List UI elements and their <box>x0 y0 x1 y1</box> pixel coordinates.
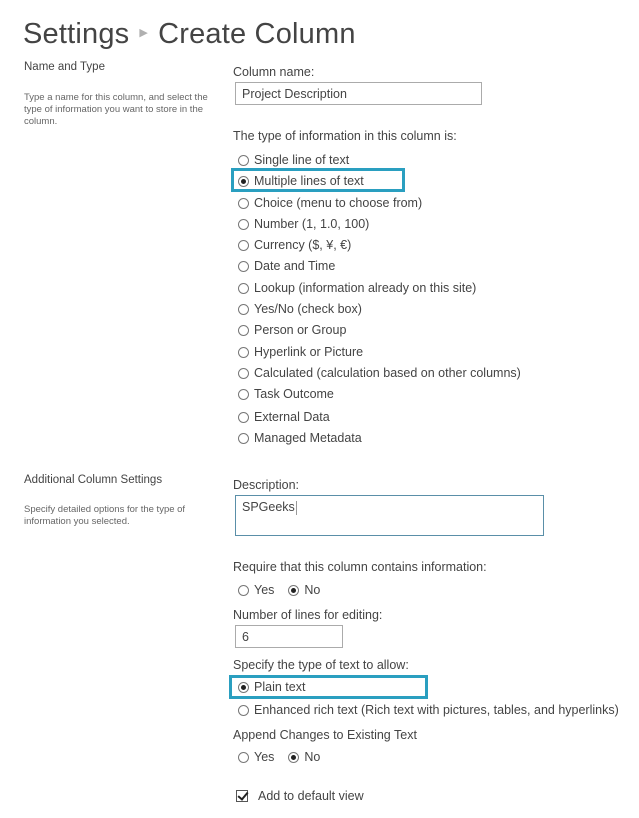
radio-icon[interactable] <box>238 303 249 315</box>
default-view-option[interactable]: Add to default view <box>236 787 364 805</box>
radio-icon[interactable] <box>238 388 249 400</box>
radio-icon[interactable] <box>238 411 249 423</box>
require-radio-group: Yes No <box>238 581 334 599</box>
checkbox-checked-icon[interactable] <box>236 790 248 802</box>
radio-checked-icon[interactable] <box>238 175 249 187</box>
text-type-option-enhanced[interactable]: Enhanced rich text (Rich text with pictu… <box>238 701 619 719</box>
radio-icon[interactable] <box>238 367 249 379</box>
radio-icon[interactable] <box>238 704 249 716</box>
type-option-person-group[interactable]: Person or Group <box>238 321 346 339</box>
radio-icon[interactable] <box>238 282 249 294</box>
require-label: Require that this column contains inform… <box>233 560 487 574</box>
section-heading-name-type: Name and Type <box>24 61 105 73</box>
type-option-hyperlink[interactable]: Hyperlink or Picture <box>238 343 363 361</box>
text-cursor <box>295 500 297 515</box>
radio-icon[interactable] <box>238 324 249 336</box>
radio-icon[interactable] <box>238 346 249 358</box>
section-description-name-type: Type a name for this column, and select … <box>24 92 208 127</box>
column-name-input[interactable] <box>235 82 482 105</box>
section-heading-additional: Additional Column Settings <box>24 474 163 486</box>
type-option-currency[interactable]: Currency ($, ¥, €) <box>238 236 351 254</box>
type-option-choice[interactable]: Choice (menu to choose from) <box>238 194 422 212</box>
breadcrumb-settings[interactable]: Settings <box>23 18 129 50</box>
append-option-no[interactable]: No <box>288 750 320 764</box>
type-option-date-time[interactable]: Date and Time <box>238 257 335 275</box>
type-option-external-data[interactable]: External Data <box>238 408 330 426</box>
type-option-single-line[interactable]: Single line of text <box>238 151 349 169</box>
require-option-yes[interactable]: Yes <box>238 583 274 597</box>
type-option-multiple-lines[interactable]: Multiple lines of text <box>238 172 364 190</box>
text-type-label: Specify the type of text to allow: <box>233 658 409 672</box>
radio-checked-icon[interactable] <box>288 751 300 763</box>
text-type-option-plain[interactable]: Plain text <box>238 678 305 696</box>
append-label: Append Changes to Existing Text <box>233 728 417 742</box>
type-option-task-outcome[interactable]: Task Outcome <box>238 385 334 403</box>
radio-icon[interactable] <box>238 154 249 166</box>
radio-icon[interactable] <box>238 751 249 763</box>
type-option-managed-metadata[interactable]: Managed Metadata <box>238 429 362 447</box>
chevron-right-icon: ▶ <box>139 26 149 39</box>
require-option-no[interactable]: No <box>288 583 320 597</box>
lines-label: Number of lines for editing: <box>233 608 383 622</box>
type-option-number[interactable]: Number (1, 1.0, 100) <box>238 215 369 233</box>
radio-checked-icon[interactable] <box>288 584 300 596</box>
description-label: Description: <box>233 478 299 492</box>
append-option-yes[interactable]: Yes <box>238 750 274 764</box>
section-description-additional: Specify detailed options for the type of… <box>24 504 186 527</box>
lines-input[interactable] <box>235 625 343 648</box>
radio-icon[interactable] <box>238 584 249 596</box>
type-label: The type of information in this column i… <box>233 129 457 143</box>
type-option-lookup[interactable]: Lookup (information already on this site… <box>238 279 476 297</box>
radio-checked-icon[interactable] <box>238 681 249 693</box>
append-radio-group: Yes No <box>238 748 334 766</box>
radio-icon[interactable] <box>238 432 249 444</box>
page-header: Settings ▶ Create Column <box>23 18 356 51</box>
radio-icon[interactable] <box>238 218 249 230</box>
radio-icon[interactable] <box>238 197 249 209</box>
type-option-calculated[interactable]: Calculated (calculation based on other c… <box>238 364 521 382</box>
description-textarea[interactable]: SPGeeks <box>235 495 544 536</box>
type-option-yes-no[interactable]: Yes/No (check box) <box>238 300 362 318</box>
column-name-label: Column name: <box>233 65 315 79</box>
radio-icon[interactable] <box>238 239 249 251</box>
radio-icon[interactable] <box>238 260 249 272</box>
page-title: Create Column <box>158 18 356 50</box>
